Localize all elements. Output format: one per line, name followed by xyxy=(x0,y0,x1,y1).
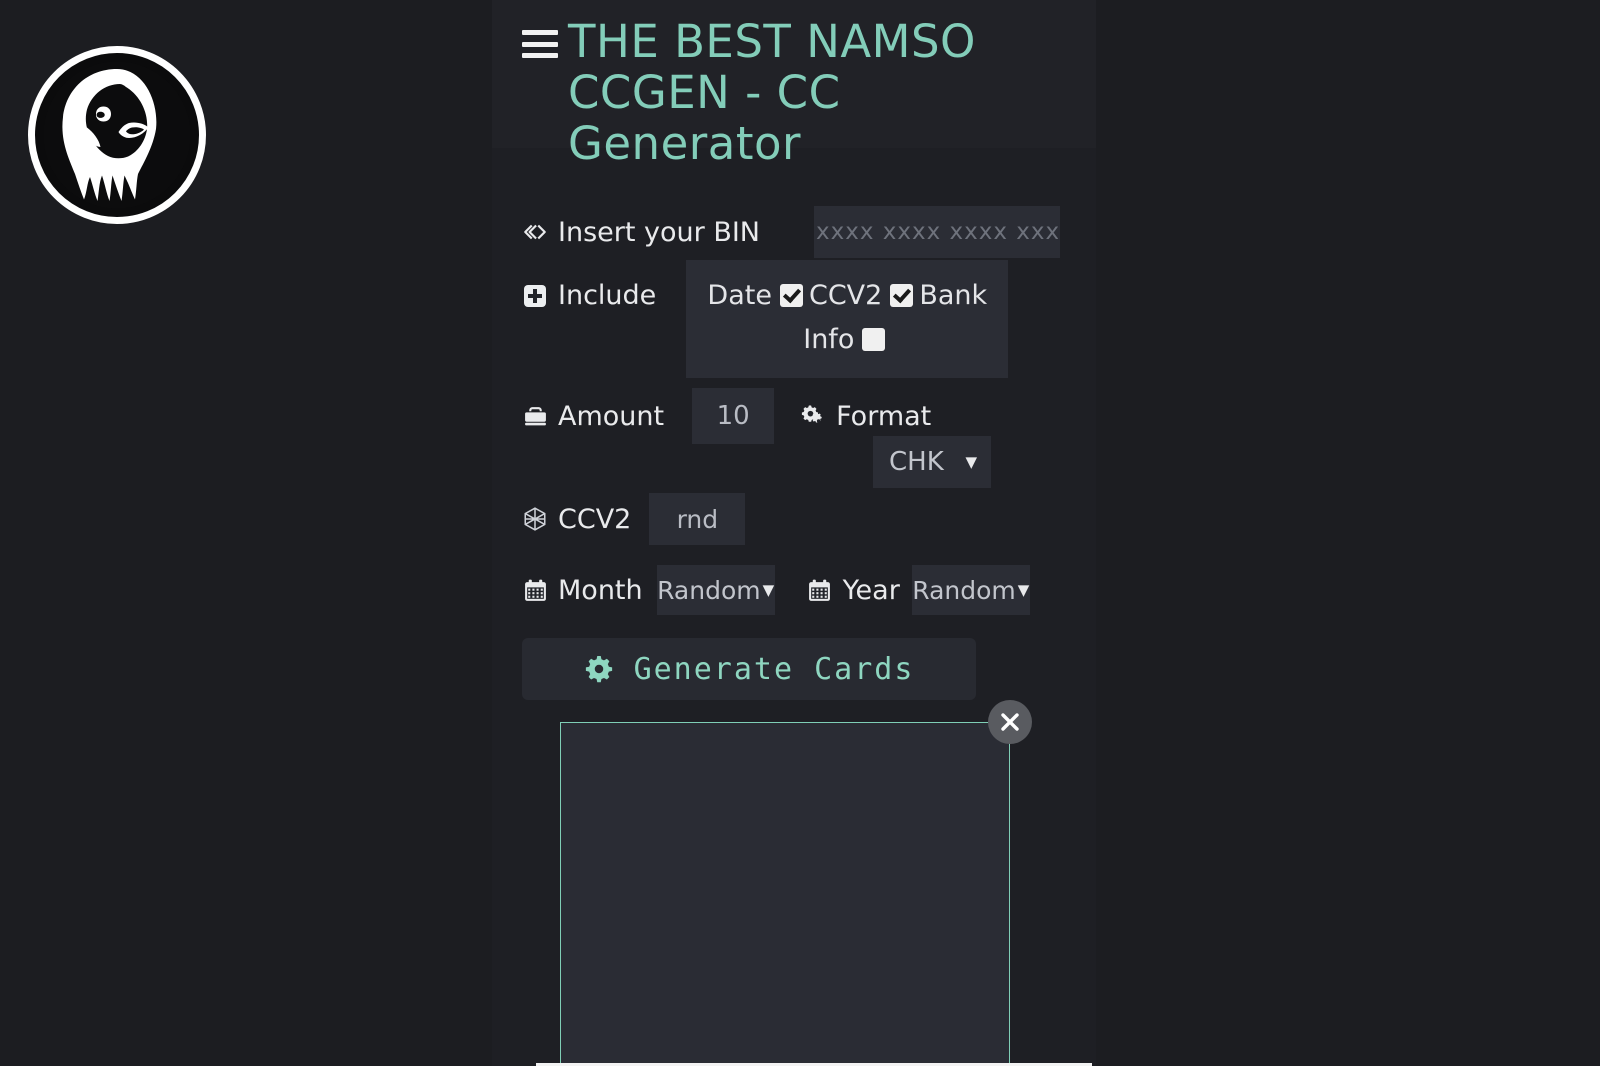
format-select[interactable]: CHK ▼ xyxy=(873,436,991,488)
page-title: THE BEST NAMSO CCGEN - CC Generator xyxy=(568,15,991,170)
format-label-text: Format xyxy=(836,400,932,432)
month-label: Month xyxy=(522,575,643,606)
format-label: Format xyxy=(800,401,931,432)
ccv2-label-text: CCV2 xyxy=(558,503,632,535)
bin-label: Insert your BIN xyxy=(522,217,760,248)
bin-label-text: Insert your BIN xyxy=(558,216,760,248)
include-option-date-label: Date xyxy=(707,280,772,311)
ccv2-input[interactable] xyxy=(649,493,746,545)
include-checkbox-ccv2[interactable] xyxy=(890,284,914,307)
month-value: Random xyxy=(657,575,761,605)
ccv2-row: CCV2 xyxy=(492,493,1096,545)
include-row: Include Date CCV2 Bank Info xyxy=(492,260,1096,378)
year-label-text: Year xyxy=(842,574,900,606)
cogs-icon xyxy=(800,403,826,429)
include-options: Date CCV2 Bank Info xyxy=(686,260,1009,378)
ccv2-label: CCV2 xyxy=(522,504,631,535)
generate-row: Generate Cards xyxy=(492,638,1096,700)
amount-format-row: Amount Format CHK xyxy=(492,388,1096,488)
code-icon xyxy=(522,219,548,245)
year-value: Random xyxy=(912,575,1016,605)
month-label-text: Month xyxy=(558,574,643,606)
month-year-row: Month Random ▼ Year Random ▼ xyxy=(492,565,1096,615)
lion-head-icon xyxy=(43,61,191,209)
include-option-ccv2-label: CCV2 xyxy=(808,280,883,311)
main-panel: THE BEST NAMSO CCGEN - CC Generator Inse… xyxy=(492,0,1096,1066)
briefcase-icon xyxy=(522,403,548,429)
amount-input[interactable] xyxy=(692,388,775,444)
hamburger-menu-icon[interactable] xyxy=(522,30,558,58)
close-x-icon xyxy=(1001,713,1019,731)
year-label: Year xyxy=(807,575,900,606)
include-checkbox-date[interactable] xyxy=(779,284,803,307)
chevron-down-icon: ▼ xyxy=(762,580,775,599)
hexagon-icon xyxy=(522,506,548,532)
logo-circle xyxy=(28,46,206,224)
site-logo xyxy=(28,46,206,224)
format-value: CHK xyxy=(889,447,944,477)
generate-cards-label: Generate Cards xyxy=(633,651,915,687)
chevron-down-icon: ▼ xyxy=(965,452,977,471)
plus-square-icon xyxy=(522,283,548,309)
include-label: Include xyxy=(522,280,656,311)
include-label-text: Include xyxy=(558,280,657,311)
year-select[interactable]: Random ▼ xyxy=(911,565,1030,615)
generate-cards-button[interactable]: Generate Cards xyxy=(522,638,976,700)
page-root: THE BEST NAMSO CCGEN - CC Generator Inse… xyxy=(0,0,1600,1066)
amount-label: Amount xyxy=(522,401,664,432)
month-select[interactable]: Random ▼ xyxy=(656,565,775,615)
calendar-icon xyxy=(522,577,548,603)
calendar-icon xyxy=(807,577,833,603)
output-container xyxy=(560,700,1032,1066)
bin-input[interactable] xyxy=(814,206,1060,258)
app-header: THE BEST NAMSO CCGEN - CC Generator xyxy=(492,0,1096,169)
amount-label-text: Amount xyxy=(558,400,665,432)
gear-icon xyxy=(584,654,614,684)
chevron-down-icon: ▼ xyxy=(1017,580,1030,599)
close-output-button[interactable] xyxy=(988,700,1032,744)
bin-row: Insert your BIN xyxy=(492,206,1096,258)
include-checkbox-bank-info[interactable] xyxy=(862,328,886,351)
generated-cards-output[interactable] xyxy=(560,722,1010,1066)
